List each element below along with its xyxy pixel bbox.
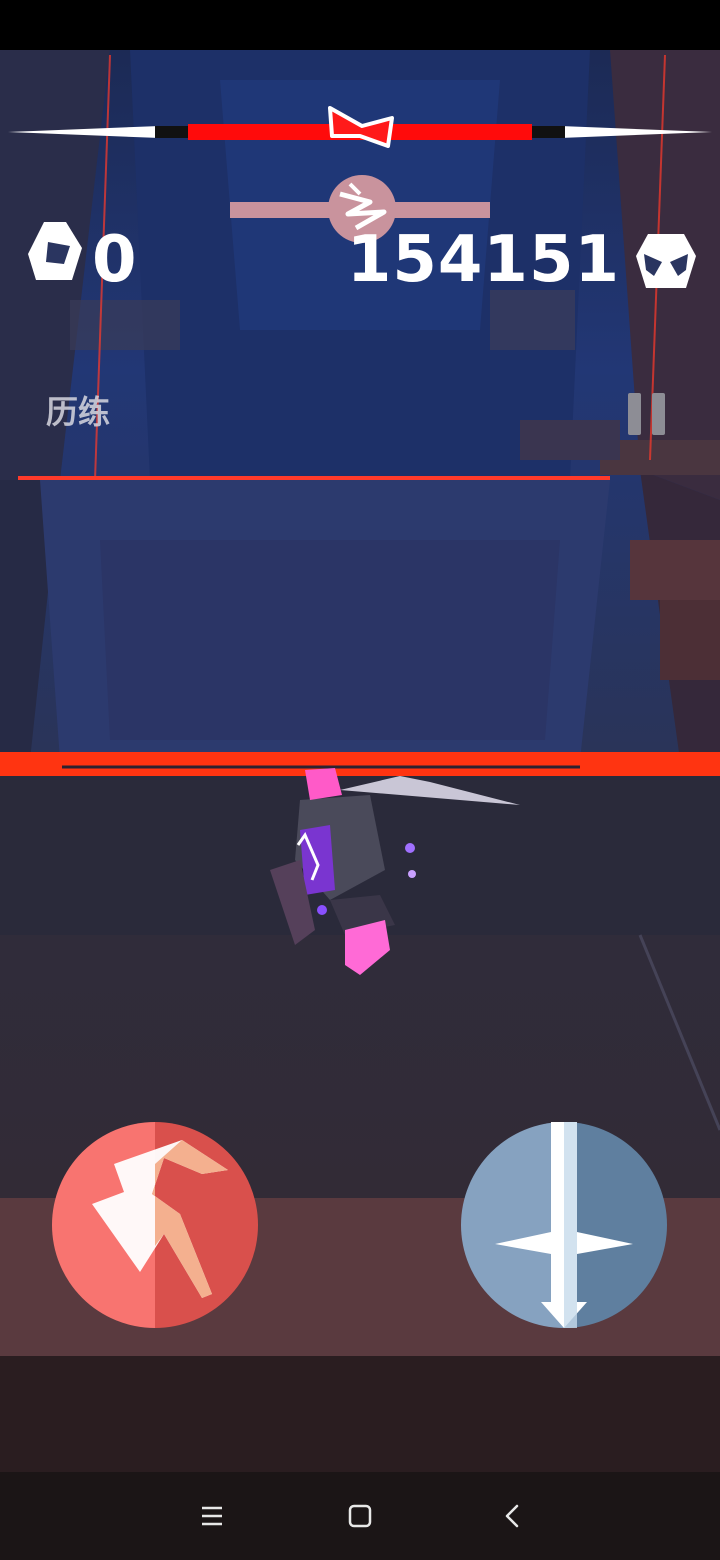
home-icon[interactable] [334,1490,386,1542]
pause-button[interactable] [620,388,674,440]
back-icon[interactable] [486,1490,538,1542]
pause-bar-right [652,393,665,435]
boss-health-bar [8,106,712,148]
sword-attack-button[interactable] [461,1122,667,1328]
score: 154151 [346,223,620,297]
menu-icon[interactable] [186,1490,238,1542]
boss-bowtie-icon [328,106,394,148]
gem-icon [28,222,82,280]
gem-count: 0 [92,223,137,297]
dash-button[interactable] [52,1122,258,1328]
mode-label: 历练 [46,393,111,431]
system-navigation-bar [0,1472,720,1560]
pause-bar-left [628,393,641,435]
skull-icon [636,234,696,288]
